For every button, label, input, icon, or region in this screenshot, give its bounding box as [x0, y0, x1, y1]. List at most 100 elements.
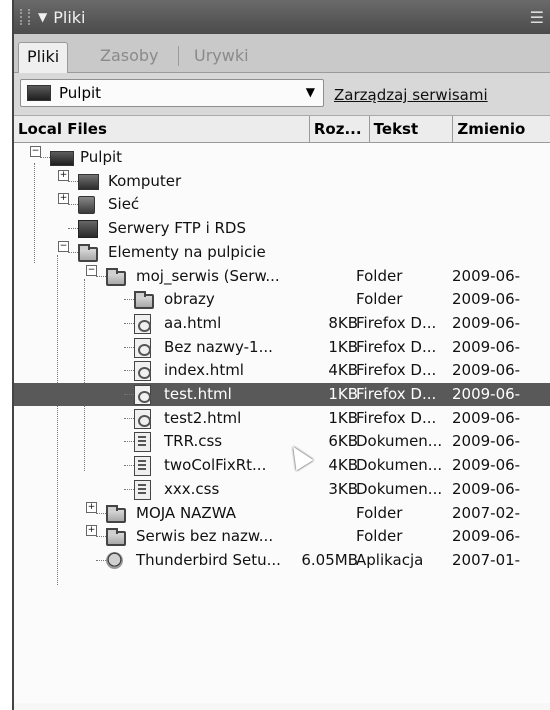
row-type: Dokumen...: [356, 479, 443, 498]
tab-bar: Pliki Zasoby Urywki: [14, 34, 550, 73]
row-size: 8KB: [328, 313, 358, 332]
tree-row[interactable]: + MOJA NAZWA Folder 2007-02-: [14, 501, 550, 525]
collapse-toggle-icon[interactable]: −: [58, 240, 69, 252]
site-select-value: Pulpit: [59, 84, 102, 102]
row-size: 4KB: [328, 361, 358, 380]
files-panel: ▼ Pliki ☰ Pliki Zasoby Urywki Pulpit ▼ Z…: [12, 0, 550, 710]
tree-row[interactable]: − Elementy na pulpicie: [14, 240, 550, 264]
tree-row[interactable]: aa.html 8KB Firefox D... 2009-06-: [14, 312, 550, 335]
row-name: test.html: [164, 385, 232, 403]
row-size: 6.05MB: [301, 550, 358, 569]
row-modified: 2007-01-: [452, 550, 521, 569]
row-type: Firefox D...: [356, 408, 437, 427]
server-icon: [78, 220, 98, 239]
row-name: index.html: [164, 361, 244, 380]
row-modified: 2009-06-: [452, 266, 521, 285]
row-type: Aplikacja: [356, 550, 424, 569]
html-file-icon: [134, 361, 151, 382]
row-type: Firefox D...: [356, 313, 437, 332]
row-modified: 2009-06-: [452, 408, 521, 427]
row-type: Folder: [356, 266, 403, 285]
site-toolbar: Pulpit ▼ Zarządzaj serwisami: [14, 73, 550, 116]
site-select[interactable]: Pulpit ▼: [20, 79, 324, 107]
row-type: Dokumen...: [356, 456, 443, 475]
tab-zasoby[interactable]: Zasoby: [92, 42, 167, 70]
row-modified: 2009-06-: [452, 432, 521, 451]
row-type: Folder: [356, 527, 403, 546]
html-file-icon: [134, 385, 151, 405]
panel-menu-icon[interactable]: ☰: [530, 8, 544, 27]
row-name: xxx.css: [164, 479, 220, 498]
tree-row[interactable]: xxx.css 3KB Dokumen... 2009-06-: [14, 478, 550, 501]
tree-row[interactable]: TRR.css 6KB Dokumen... 2009-06-: [14, 430, 550, 453]
folder-icon: [106, 504, 126, 523]
collapse-toggle-icon[interactable]: −: [86, 264, 97, 276]
collapse-triangle-icon[interactable]: ▼: [38, 10, 47, 24]
tree-row[interactable]: Bez nazwy-1... 1KB Firefox D... 2009-06-: [14, 336, 550, 359]
tree-row[interactable]: Serwery FTP i RDS: [14, 217, 550, 240]
tab-divider: [178, 46, 179, 66]
row-modified: 2009-06-: [452, 456, 521, 475]
tree-row[interactable]: − moj_serwis (Serw... Folder 2009-06-: [14, 264, 550, 288]
manage-sites-link[interactable]: Zarządzaj serwisami: [334, 86, 488, 104]
panel-titlebar[interactable]: ▼ Pliki ☰: [14, 0, 550, 34]
tree-row[interactable]: test2.html 1KB Firefox D... 2009-06-: [14, 407, 550, 430]
network-icon: [78, 196, 95, 215]
row-name: obrazy: [164, 290, 215, 309]
file-list-header: Local Files Roz... Tekst Zmienio: [14, 116, 550, 143]
row-name: Elementy na pulpicie: [108, 242, 266, 261]
row-name: Serwery FTP i RDS: [108, 219, 246, 238]
tree-row[interactable]: Thunderbird Setu... 6.05MB Aplikacja 2007-0…: [14, 549, 550, 572]
row-modified: 2009-06-: [452, 385, 521, 403]
row-type: Folder: [356, 503, 403, 522]
row-size: 6KB: [328, 432, 358, 451]
expand-toggle-icon[interactable]: +: [86, 525, 97, 537]
row-name: MOJA NAZWA: [136, 503, 236, 522]
row-type: Firefox D...: [356, 337, 437, 356]
row-size: 4KB: [328, 456, 358, 475]
row-type: Dokumen...: [356, 432, 443, 451]
tab-urywki[interactable]: Urywki: [186, 42, 257, 70]
row-modified: 2009-06-: [452, 527, 521, 546]
expand-toggle-icon[interactable]: +: [58, 193, 69, 205]
tree-row[interactable]: test.html 1KB Firefox D... 2009-06-: [14, 383, 550, 406]
css-file-icon: [134, 479, 151, 500]
chevron-down-icon[interactable]: ▼: [306, 85, 315, 99]
computer-icon: [78, 173, 99, 190]
expand-toggle-icon[interactable]: +: [86, 501, 97, 513]
row-name: moj_serwis (Serw...: [136, 266, 280, 285]
tree-row[interactable]: twoColFixRt... 4KB Dokumen... 2009-06-: [14, 454, 550, 477]
tree-row[interactable]: − Pulpit: [14, 146, 550, 169]
row-name: test2.html: [164, 408, 242, 427]
collapse-toggle-icon[interactable]: −: [30, 146, 41, 157]
drag-grip-icon[interactable]: [20, 9, 30, 25]
row-name: TRR.css: [164, 432, 223, 451]
tree-row[interactable]: + Sieć: [14, 193, 550, 216]
column-type[interactable]: Tekst: [370, 116, 454, 142]
row-type: Folder: [356, 290, 403, 309]
column-modified[interactable]: Zmienio: [453, 116, 550, 142]
row-modified: 2009-06-: [452, 313, 521, 332]
tree-row[interactable]: + Serwis bez nazw... Folder 2009-06-: [14, 525, 550, 548]
html-file-icon: [134, 408, 151, 429]
folder-icon: [134, 291, 154, 310]
column-local-files[interactable]: Local Files: [14, 116, 310, 142]
folder-icon: [106, 528, 126, 547]
tree-row[interactable]: obrazy Folder 2009-06-: [14, 288, 550, 311]
app-icon: [106, 551, 123, 569]
css-file-icon: [134, 432, 151, 453]
panel-title: Pliki: [53, 7, 86, 27]
tree-row[interactable]: index.html 4KB Firefox D... 2009-06-: [14, 359, 550, 382]
tree-row[interactable]: + Komputer: [14, 169, 550, 193]
row-size: 1KB: [328, 385, 358, 403]
row-modified: 2009-06-: [452, 361, 521, 380]
row-name: Thunderbird Setu...: [136, 550, 281, 569]
expand-toggle-icon[interactable]: +: [58, 169, 69, 181]
row-name: Pulpit: [80, 148, 123, 166]
column-size[interactable]: Roz...: [310, 116, 370, 142]
tab-pliki[interactable]: Pliki: [18, 42, 69, 73]
monitor-icon: [27, 85, 51, 101]
row-modified: 2009-06-: [452, 479, 521, 498]
row-size: 1KB: [328, 408, 358, 427]
css-file-icon: [134, 456, 151, 477]
